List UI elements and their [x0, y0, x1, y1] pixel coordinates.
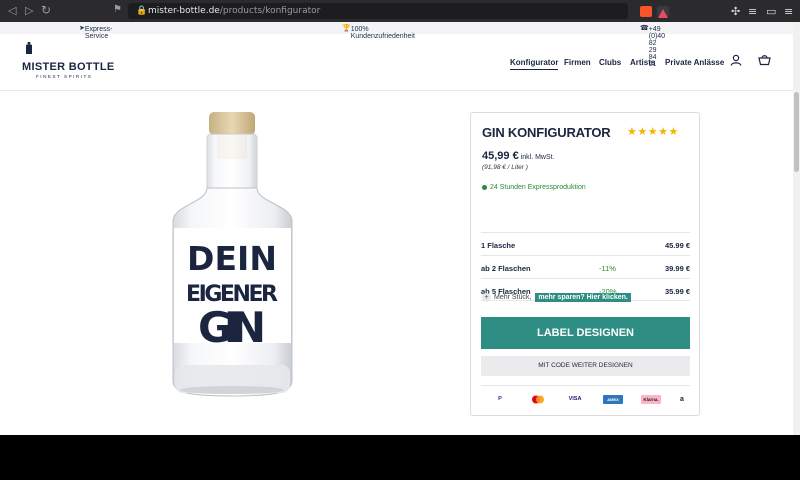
price-tier-2[interactable]: ab 2 Flaschen -11% 39.99 €	[481, 255, 690, 278]
bookmark-icon[interactable]: ⚑	[113, 4, 122, 15]
logo-name: MISTER BOTTLE	[22, 61, 115, 73]
lock-icon: 🔒	[136, 5, 148, 15]
klarna-icon: Klarna.	[641, 395, 661, 404]
product-image: DEIN EIGENER GIN	[165, 110, 300, 400]
bulk-offer: + Mehr Stück, mehr sparen? Hier klicken.	[482, 293, 631, 302]
label-design-button[interactable]: LABEL DESIGNEN	[481, 317, 690, 349]
paypal-icon: P	[498, 396, 502, 402]
bulk-offer-link[interactable]: mehr sparen? Hier klicken.	[535, 293, 631, 302]
scrollbar-thumb[interactable]	[794, 92, 799, 172]
nav-private[interactable]: Private Anlässe	[665, 58, 724, 67]
account-icon[interactable]	[730, 54, 742, 69]
satisfaction-info: 🏆 100% Kundenzufriedenheit	[342, 25, 415, 40]
mastercard-icon	[531, 395, 545, 404]
express-info: ➤ Express-Service	[79, 25, 113, 40]
cart-icon[interactable]	[758, 54, 771, 69]
extensions-icon[interactable]: ✣	[731, 5, 740, 18]
vat-note: inkl. MwSt.	[520, 154, 555, 161]
nav-artists[interactable]: Artists	[630, 58, 655, 67]
wallet-icon[interactable]: ▭	[766, 5, 776, 18]
amex-icon: AMEX	[603, 395, 623, 404]
reload-icon[interactable]: ↻	[41, 3, 51, 17]
visa-icon: VISA	[568, 396, 582, 402]
site-header: MISTER BOTTLE FINEST SPIRITS Konfigurato…	[0, 34, 793, 91]
reading-list-icon[interactable]: ≡	[748, 5, 757, 18]
page-scrollbar[interactable]	[793, 22, 800, 435]
address-bar[interactable]: 🔒 mister-bottle.de/products/konfigurator	[128, 3, 628, 19]
code-design-button[interactable]: MIT CODE WEITER DESIGNEN	[481, 356, 690, 376]
brave-rewards-icon[interactable]	[657, 6, 669, 18]
browser-toolbar: ◁ ▷ ↻ ⚑ 🔒 mister-bottle.de/products/konf…	[0, 0, 800, 22]
back-icon[interactable]: ◁	[8, 4, 16, 17]
amazon-pay-icon: a	[680, 396, 684, 403]
price-tier-1[interactable]: 1 Flasche 45.99 €	[481, 232, 690, 255]
forward-icon[interactable]: ▷	[25, 4, 33, 17]
nav-konfigurator[interactable]: Konfigurator	[510, 58, 559, 70]
configurator-card: GIN KONFIGURATOR ★★★★★ 45,99 € inkl. MwSt…	[470, 112, 700, 416]
label-line-3: GIN	[198, 303, 266, 352]
nav-firmen[interactable]: Firmen	[564, 58, 591, 67]
nav-clubs[interactable]: Clubs	[599, 58, 621, 67]
express-production: 24 Stunden Expressproduktion	[482, 184, 586, 191]
label-line-1: DEIN	[187, 239, 277, 278]
logo-bottle-icon	[26, 42, 32, 54]
price: 45,99 € inkl. MwSt.	[482, 150, 555, 162]
price-per-liter: (91,98 € / Liter )	[482, 164, 528, 171]
info-bar: ➤ Express-Service 🏆 100% Kundenzufrieden…	[0, 22, 793, 68]
plus-icon: +	[482, 293, 491, 302]
payment-methods: P VISA AMEX Klarna. a	[481, 385, 690, 411]
rating-stars[interactable]: ★★★★★	[627, 125, 679, 138]
url-text: mister-bottle.de/products/konfigurator	[148, 6, 321, 16]
configurator-title: GIN KONFIGURATOR	[482, 125, 611, 140]
menu-icon[interactable]: ≡	[784, 5, 793, 18]
bottom-area	[0, 435, 800, 480]
logo-tagline: FINEST SPIRITS	[36, 74, 93, 79]
brave-shield-icon[interactable]	[640, 6, 652, 17]
phone-info[interactable]: ☎ +49 (0)40 82 29 84 51	[640, 24, 665, 68]
web-page: ➤ Express-Service 🏆 100% Kundenzufrieden…	[0, 22, 793, 435]
